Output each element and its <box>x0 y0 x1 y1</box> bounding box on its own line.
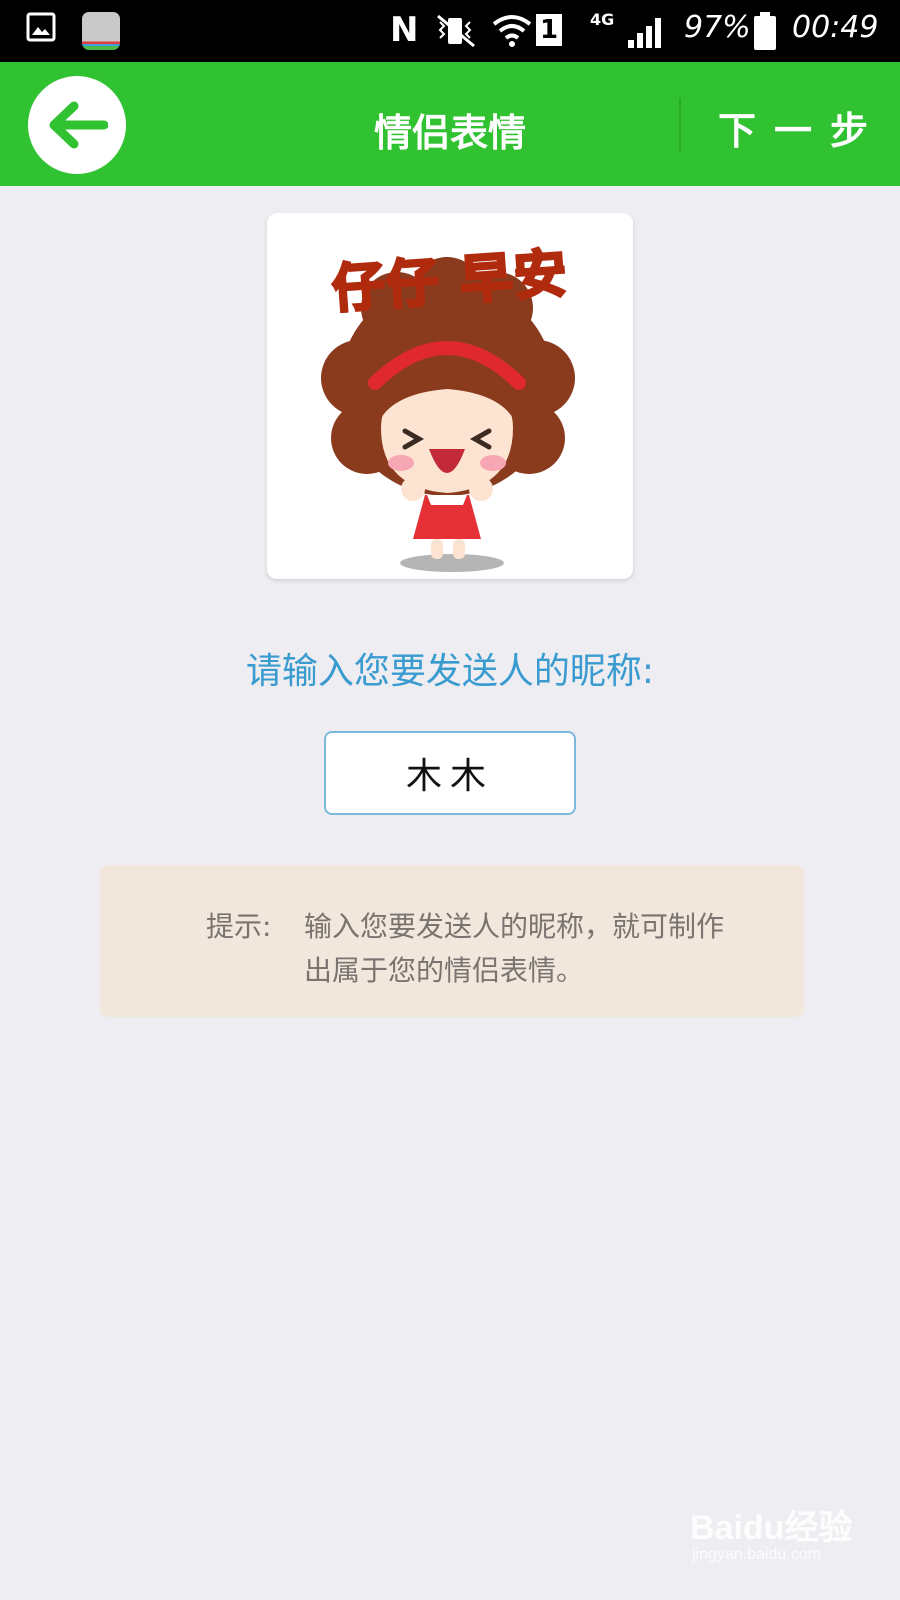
next-step-button[interactable]: 下一步 <box>718 100 886 155</box>
sim-slot-badge: 1 <box>536 14 562 46</box>
network-type-label: 4G <box>590 10 615 29</box>
wifi-icon <box>492 15 532 47</box>
clock: 00:49 <box>792 10 879 45</box>
gallery-notification-icon <box>26 12 56 42</box>
vibrate-mute-icon <box>437 14 475 48</box>
nfc-icon: N <box>390 10 419 50</box>
header-divider <box>679 98 681 152</box>
watermark-logo: Baidu经验 <box>690 1509 853 1547</box>
sticker-preview-card: 仔仔 早安 <box>267 213 633 579</box>
nickname-input[interactable] <box>324 731 576 815</box>
battery-percent: 97% <box>684 10 751 45</box>
tip-text: 输入您要发送人的昵称，就可制作出属于您的情侣表情。 <box>304 910 725 987</box>
battery-icon <box>754 12 776 50</box>
tip-label: 提示: <box>206 910 272 943</box>
baidu-watermark: Baidu经验 jingyan.baidu.com <box>690 1500 853 1563</box>
app-header: 情侣表情 下一步 <box>0 62 900 186</box>
sticker-app-notification-icon <box>82 12 120 50</box>
status-bar: N 1 4G 97% 00:49 <box>0 0 900 62</box>
signal-icon <box>628 18 661 48</box>
nickname-prompt: 请输入您要发送人的昵称: <box>245 651 655 692</box>
watermark-url: jingyan.baidu.com <box>692 1546 821 1563</box>
tip-box: 提示: 输入您要发送人的昵称，就可制作出属于您的情侣表情。 <box>100 865 804 1017</box>
